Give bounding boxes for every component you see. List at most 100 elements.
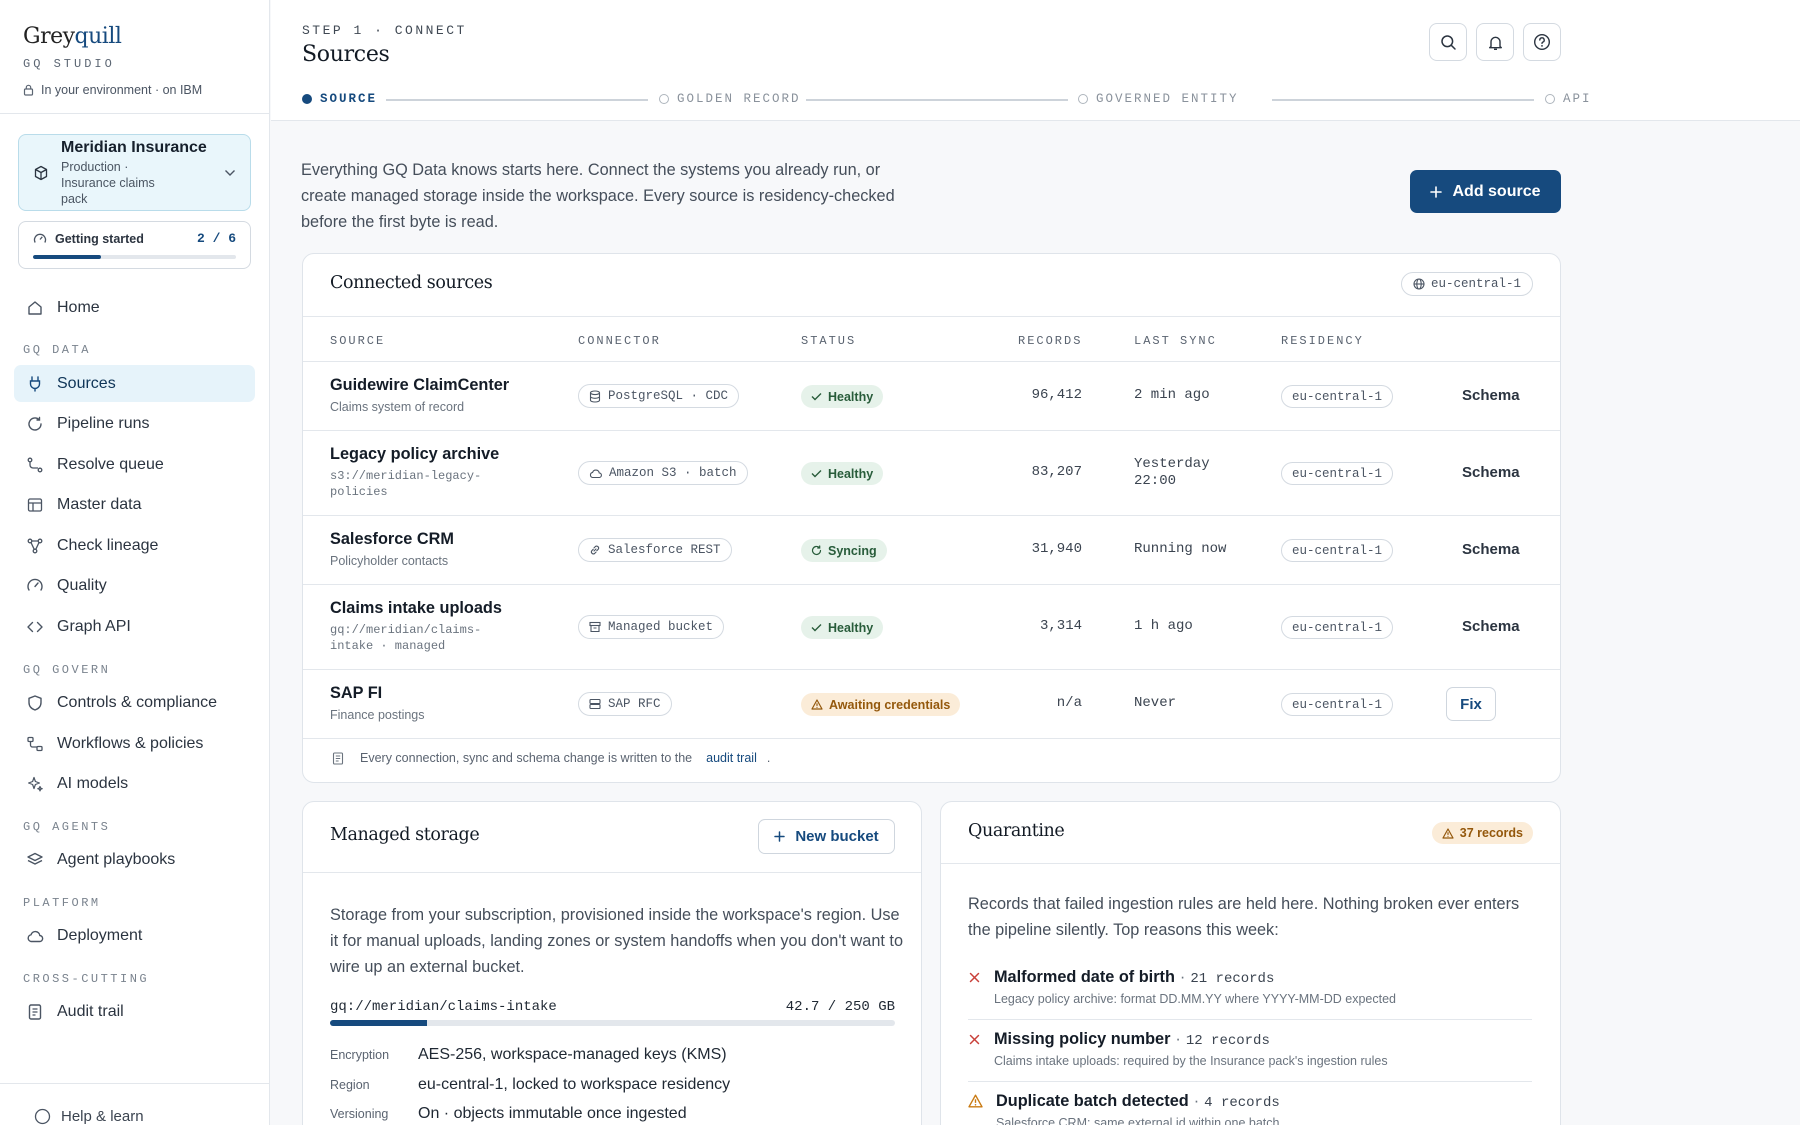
quarantine-reason[interactable]: Duplicate batch detected · 4 records Sales… bbox=[968, 1092, 1532, 1125]
cube-icon bbox=[33, 165, 49, 181]
source-name[interactable]: SAP FI bbox=[330, 684, 425, 703]
column-source[interactable]: SOURCE bbox=[330, 334, 385, 348]
step-source[interactable]: SOURCE bbox=[302, 92, 377, 106]
source-name[interactable]: Legacy policy archive bbox=[330, 445, 500, 464]
table-row[interactable]: Legacy policy archive s3://meridian-lega… bbox=[303, 431, 1560, 516]
table-row[interactable]: SAP FI Finance postings SAP RFC Awaiting… bbox=[303, 670, 1560, 739]
nav-item-controls-compliance[interactable]: Controls & compliance bbox=[14, 685, 255, 722]
nav-item-agent-playbooks[interactable]: Agent playbooks bbox=[14, 842, 255, 879]
getting-started-count: 2 / 6 bbox=[196, 231, 236, 246]
code-icon bbox=[26, 618, 44, 636]
nav-item-label: Agent playbooks bbox=[57, 851, 176, 869]
nav-item-ai-models[interactable]: AI models bbox=[14, 766, 255, 803]
table-icon bbox=[26, 496, 44, 514]
bucket-path[interactable]: gq://meridian/claims-intake bbox=[330, 999, 557, 1015]
question-icon bbox=[1533, 33, 1551, 51]
cloud-icon bbox=[589, 468, 602, 479]
residency-chip: eu-central-1 bbox=[1281, 616, 1394, 639]
detail-row-encryption: Encryption AES-256, workspace-managed key… bbox=[330, 1046, 727, 1064]
reason-detail: Claims intake uploads: required by the I… bbox=[994, 1054, 1388, 1068]
step-connector bbox=[806, 99, 1068, 101]
step-label: GOLDEN RECORD bbox=[677, 92, 801, 106]
route-icon bbox=[26, 456, 44, 474]
region-chip[interactable]: eu-central-1 bbox=[1400, 272, 1533, 296]
nav-section-gq-govern: GQ GOVERN bbox=[23, 662, 111, 677]
table-row[interactable]: Claims intake uploads gq://meridian/clai… bbox=[303, 585, 1560, 670]
help-button[interactable] bbox=[1523, 23, 1561, 61]
brand-name-second: quill bbox=[74, 24, 122, 49]
getting-started-progress bbox=[33, 255, 236, 259]
brand-logo[interactable]: Greyquill bbox=[23, 24, 246, 49]
reason-detail: Legacy policy archive: format DD.MM.YY w… bbox=[994, 992, 1397, 1006]
step-golden-record[interactable]: GOLDEN RECORD bbox=[659, 92, 801, 106]
quarantine-count-badge[interactable]: 37 records bbox=[1431, 822, 1533, 844]
connector-chip: PostgreSQL · CDC bbox=[578, 384, 740, 408]
column-last-sync[interactable]: LAST SYNC bbox=[1134, 334, 1217, 348]
nav-item-graph-api[interactable]: Graph API bbox=[14, 609, 255, 646]
status-label: Healthy bbox=[828, 389, 874, 404]
column-records[interactable]: RECORDS bbox=[1018, 334, 1082, 348]
source-name[interactable]: Claims intake uploads bbox=[330, 599, 502, 618]
nav-item-quality[interactable]: Quality bbox=[14, 568, 255, 605]
nav-item-audit-trail[interactable]: Audit trail bbox=[14, 994, 255, 1031]
source-cell: Guidewire ClaimCenter Claims system of r… bbox=[330, 376, 509, 415]
getting-started-card[interactable]: Getting started 2 / 6 bbox=[18, 221, 251, 269]
nav-item-home[interactable]: Home bbox=[14, 289, 255, 326]
table-row[interactable]: Salesforce CRM Policyholder contacts Sal… bbox=[303, 516, 1560, 585]
nav-item-sources[interactable]: Sources bbox=[14, 365, 255, 402]
step-api[interactable]: API bbox=[1545, 92, 1592, 106]
bucket-usage-text: 42.7 / 250 GB bbox=[785, 999, 895, 1015]
step-label: API bbox=[1563, 92, 1592, 106]
detail-value: eu-central-1, locked to workspace reside… bbox=[418, 1076, 731, 1093]
help-learn-link[interactable]: Help & learn bbox=[0, 1083, 269, 1125]
nav-item-label: Home bbox=[57, 298, 100, 316]
table-row[interactable]: Guidewire ClaimCenter Claims system of r… bbox=[303, 362, 1560, 431]
nav-item-deployment[interactable]: Deployment bbox=[14, 918, 255, 955]
new-bucket-button[interactable]: New bucket bbox=[758, 819, 895, 854]
step-connector bbox=[1272, 99, 1534, 101]
plus-icon bbox=[1430, 185, 1443, 198]
nav-section-gq-data: GQ DATA bbox=[23, 343, 91, 357]
nav-item-label: Sources bbox=[57, 374, 116, 392]
quarantine-reason[interactable]: Malformed date of birth · 21 records Legac… bbox=[968, 968, 1532, 1006]
reason-detail: Salesforce CRM: same external id within … bbox=[996, 1116, 1280, 1125]
column-connector[interactable]: CONNECTOR bbox=[578, 334, 661, 348]
column-residency[interactable]: RESIDENCY bbox=[1281, 334, 1364, 348]
card-header: Managed storage New bucket bbox=[303, 802, 921, 873]
audit-trail-link[interactable]: audit trail bbox=[706, 751, 757, 765]
step-dot bbox=[302, 94, 312, 104]
notifications-button[interactable] bbox=[1476, 23, 1514, 61]
schema-link[interactable]: Schema bbox=[1462, 464, 1520, 481]
nav-item-workflows-policies[interactable]: Workflows & policies bbox=[14, 725, 255, 762]
source-name[interactable]: Salesforce CRM bbox=[330, 530, 454, 549]
schema-link[interactable]: Schema bbox=[1462, 618, 1520, 635]
nav-item-check-lineage[interactable]: Check lineage bbox=[14, 527, 255, 564]
nav-item-master-data[interactable]: Master data bbox=[14, 487, 255, 524]
add-source-button[interactable]: Add source bbox=[1410, 170, 1561, 213]
source-cell: Legacy policy archive s3://meridian-lega… bbox=[330, 445, 500, 500]
step-kicker: STEP 1 · CONNECT bbox=[302, 23, 467, 38]
nav-item-resolve-queue[interactable]: Resolve queue bbox=[14, 446, 255, 483]
database-icon bbox=[589, 389, 601, 403]
detail-key: Region bbox=[330, 1078, 370, 1092]
workspace-subtitle: Production · Insurance claims pack bbox=[61, 159, 155, 206]
step-governed-entity[interactable]: GOVERNED ENTITY bbox=[1078, 92, 1239, 106]
warning-icon bbox=[1442, 827, 1454, 839]
workflow-stepper: SOURCE GOLDEN RECORD GOVERNED ENTITY API bbox=[302, 92, 1800, 106]
nav-item-pipeline-runs[interactable]: Pipeline runs bbox=[14, 406, 255, 443]
layers-icon bbox=[26, 851, 44, 869]
column-status[interactable]: STATUS bbox=[801, 334, 856, 348]
add-source-label: Add source bbox=[1452, 182, 1541, 200]
schema-link[interactable]: Schema bbox=[1462, 541, 1520, 558]
search-button[interactable] bbox=[1429, 23, 1467, 61]
records-count: 3,314 bbox=[1039, 618, 1082, 634]
source-name[interactable]: Guidewire ClaimCenter bbox=[330, 376, 509, 395]
fix-button[interactable]: Fix bbox=[1446, 687, 1496, 721]
detail-value: AES-256, workspace-managed keys (KMS) bbox=[418, 1046, 727, 1063]
chevron-down-icon bbox=[224, 169, 236, 177]
card-title: Connected sources bbox=[330, 273, 493, 293]
quarantine-reason[interactable]: Missing policy number · 12 records Claims … bbox=[968, 1030, 1532, 1068]
status-label: Healthy bbox=[828, 466, 874, 481]
workspace-switcher[interactable]: Meridian Insurance Production · Insuranc… bbox=[18, 134, 251, 211]
schema-link[interactable]: Schema bbox=[1462, 387, 1520, 404]
